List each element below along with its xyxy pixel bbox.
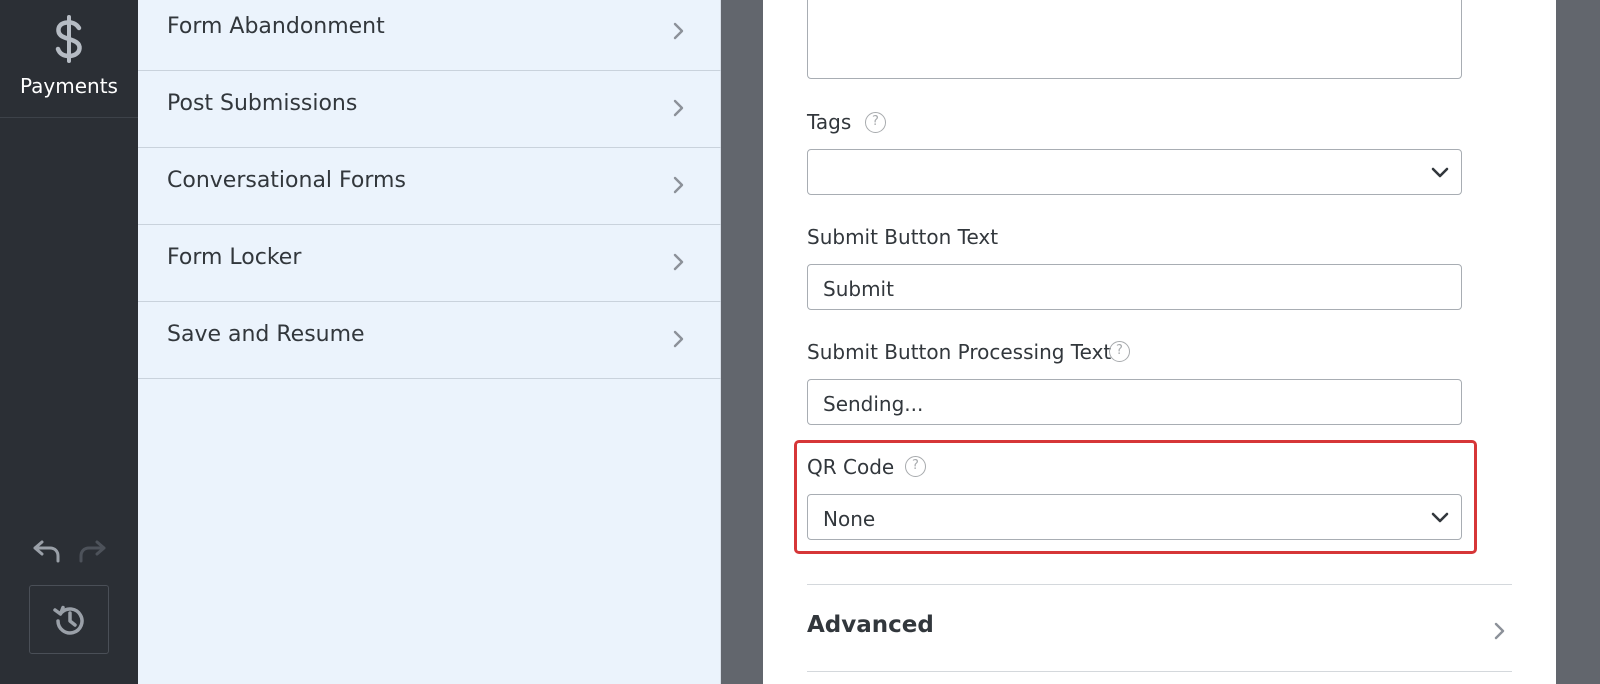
payments-panel-button[interactable]: Payments	[0, 0, 138, 118]
qr-code-select[interactable]: None	[807, 494, 1462, 540]
chevron-right-icon	[673, 253, 684, 271]
chevron-right-icon[interactable]	[1493, 619, 1507, 643]
qr-code-value: None	[823, 507, 876, 531]
divider	[807, 671, 1512, 672]
chevron-right-icon	[673, 99, 684, 117]
dollar-icon	[55, 15, 82, 63]
submit-text-input[interactable]: Submit	[807, 264, 1462, 310]
settings-menu: Form Abandonment Post Submissions Conver…	[138, 0, 721, 684]
processing-text-value: Sending...	[823, 392, 924, 416]
history-icon	[53, 605, 84, 635]
divider	[807, 584, 1512, 585]
chevron-down-icon	[1431, 512, 1449, 523]
description-textarea[interactable]	[807, 0, 1462, 79]
revisions-button[interactable]	[29, 585, 109, 654]
menu-item-post-submissions[interactable]: Post Submissions	[138, 71, 721, 148]
menu-item-label: Conversational Forms	[167, 168, 406, 193]
help-icon[interactable]: ?	[905, 456, 926, 477]
menu-item-conversational-forms[interactable]: Conversational Forms	[138, 148, 721, 225]
chevron-down-icon	[1431, 167, 1449, 178]
menu-item-label: Save and Resume	[167, 322, 365, 347]
submit-text-label: Submit Button Text	[807, 225, 999, 249]
menu-item-label: Post Submissions	[167, 91, 358, 116]
processing-text-input[interactable]: Sending...	[807, 379, 1462, 425]
chevron-right-icon	[673, 22, 684, 40]
menu-item-save-and-resume[interactable]: Save and Resume	[138, 302, 721, 379]
menu-item-label: Form Locker	[167, 245, 302, 270]
submit-text-value: Submit	[823, 277, 894, 301]
chevron-right-icon	[673, 176, 684, 194]
payments-label: Payments	[20, 74, 118, 98]
left-rail: Payments	[0, 0, 138, 684]
chevron-right-icon	[673, 330, 684, 348]
help-icon[interactable]: ?	[1109, 341, 1130, 362]
help-icon[interactable]: ?	[865, 112, 886, 133]
tags-select[interactable]	[807, 149, 1462, 195]
undo-icon[interactable]	[30, 538, 62, 568]
menu-item-label: Form Abandonment	[167, 14, 385, 39]
menu-item-form-abandonment[interactable]: Form Abandonment	[138, 0, 721, 71]
qr-code-label: QR Code	[807, 455, 895, 479]
advanced-section-toggle[interactable]: Advanced	[807, 612, 934, 638]
form-settings-card: Tags ? Submit Button Text Submit Submit …	[763, 0, 1556, 684]
menu-item-form-locker[interactable]: Form Locker	[138, 225, 721, 302]
tags-label: Tags	[807, 110, 852, 134]
processing-text-label: Submit Button Processing Text	[807, 340, 1112, 364]
redo-icon[interactable]	[77, 538, 109, 568]
